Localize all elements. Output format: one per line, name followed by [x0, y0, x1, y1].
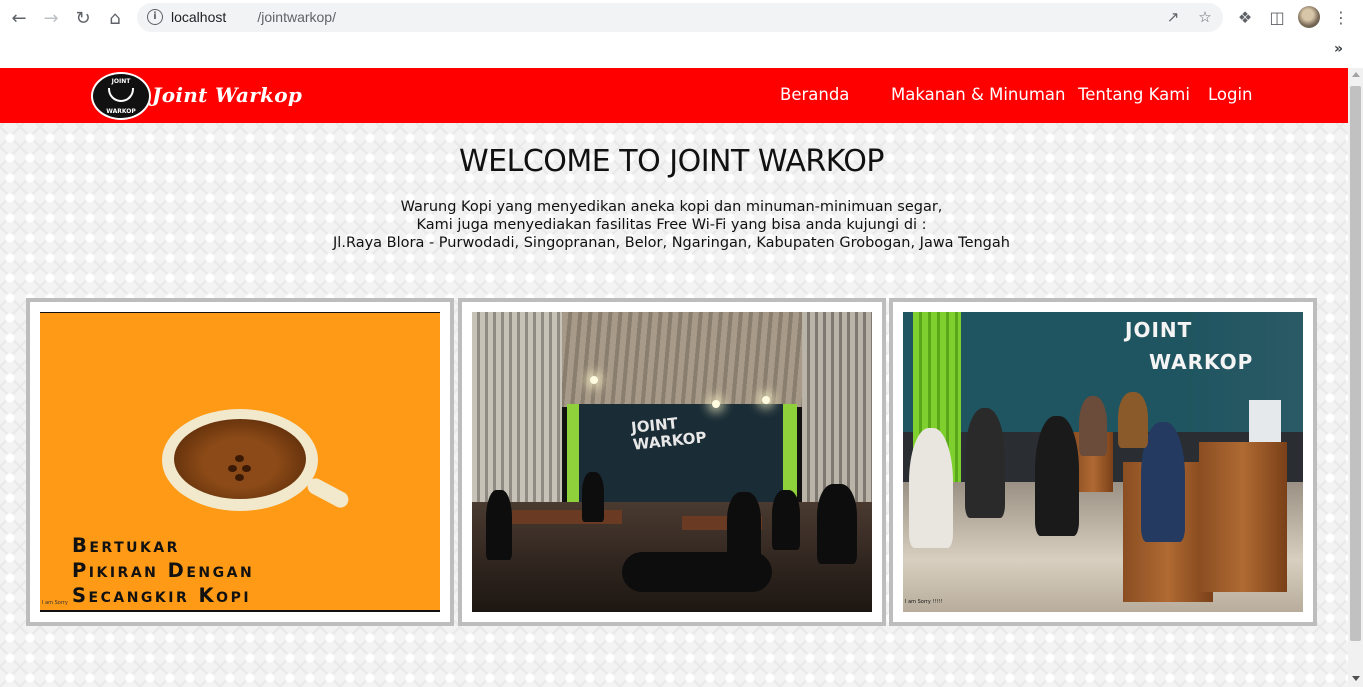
person-silhouette: [486, 490, 512, 560]
gallery-card-3: JOINT WARKOP I am Sorry !!!!!: [889, 298, 1317, 626]
nav-link-login[interactable]: Login: [1208, 85, 1253, 104]
site-navbar: JOINT WARKOP Joint Warkop Beranda Makana…: [0, 68, 1348, 123]
hero-description-line-3: Jl.Raya Blora - Purwodadi, Singopranan, …: [333, 235, 1010, 251]
coffee-bean: [235, 455, 244, 462]
person-silhouette: [772, 490, 800, 550]
coffee-bean: [228, 465, 237, 472]
reload-icon[interactable]: ↻: [71, 6, 95, 30]
hero-description-line-1: Warung Kopi yang menyedikan aneka kopi d…: [400, 199, 943, 215]
person: [1118, 392, 1148, 448]
url-path: /jointwarkop/: [257, 9, 336, 25]
motorbike-silhouette: [622, 552, 772, 592]
browser-toolbar: ← → ↻ ⌂ i localhost /jointwarkop/ ↗ ☆ ❖ …: [0, 0, 1363, 36]
sidebar-icon[interactable]: ◫: [1266, 7, 1288, 29]
person-silhouette: [582, 472, 604, 522]
person: [1079, 396, 1107, 456]
watermark-text: I am Sorry !!!!!: [905, 599, 943, 605]
coffee-bean: [242, 465, 251, 472]
bookmarks-bar: [0, 36, 1363, 68]
cafe-night-photo: JOINT WARKOP: [472, 312, 872, 612]
nav-link-makanan-minuman[interactable]: Makanan & Minuman: [891, 85, 1065, 104]
coffee-bean: [235, 474, 244, 481]
illustration-text-line-1: Bertukar: [72, 534, 180, 557]
info-icon[interactable]: i: [147, 9, 163, 25]
scrollbar-thumb[interactable]: [1350, 86, 1361, 641]
coffee-illustration-image: Bertukar Pikiran Dengan Secangkir Kopi I…: [40, 312, 440, 612]
extensions-icon[interactable]: ❖: [1234, 7, 1256, 29]
brand-name[interactable]: Joint Warkop: [152, 83, 302, 107]
url-text: localhost /jointwarkop/: [171, 9, 336, 25]
menu-icon[interactable]: ⋮: [1330, 7, 1352, 29]
url-host: localhost: [171, 9, 227, 25]
nav-link-tentang-kami[interactable]: Tentang Kami: [1078, 85, 1190, 104]
gallery-card-1: Bertukar Pikiran Dengan Secangkir Kopi I…: [26, 298, 454, 626]
ceiling-lamp: [762, 396, 770, 404]
wall-logo-line-1: JOINT: [1125, 318, 1193, 342]
person: [965, 408, 1005, 518]
wooden-table: [512, 510, 622, 524]
scroll-up-arrow-icon[interactable]: [1352, 72, 1360, 77]
cup-handle: [304, 475, 352, 511]
person-silhouette: [817, 484, 857, 564]
address-bar[interactable]: i localhost /jointwarkop/ ↗ ☆: [137, 3, 1223, 32]
site-logo[interactable]: JOINT WARKOP: [91, 72, 151, 120]
metal-wall-right: [802, 312, 872, 512]
share-icon[interactable]: ↗: [1163, 7, 1183, 27]
forward-arrow-icon[interactable]: →: [39, 6, 63, 30]
nav-link-beranda[interactable]: Beranda: [780, 85, 849, 104]
chevron-double-right-icon[interactable]: »: [1334, 41, 1343, 57]
illustration-text-line-3: Secangkir Kopi: [72, 584, 252, 607]
logo-cup-icon: [108, 88, 134, 102]
page-viewport: JOINT WARKOP Joint Warkop Beranda Makana…: [0, 68, 1348, 687]
person: [909, 428, 953, 548]
illustration-text-line-2: Pikiran Dengan: [72, 559, 255, 582]
profile-avatar[interactable]: [1298, 6, 1320, 28]
wall-logo: JOINT WARKOP: [1125, 314, 1253, 378]
scroll-down-arrow-icon[interactable]: [1352, 676, 1360, 681]
gallery-card-2: JOINT WARKOP: [458, 298, 886, 626]
logo-bottom-text: WARKOP: [106, 108, 136, 115]
hero-description-line-2: Kami juga menyediakan fasilitas Free Wi-…: [416, 217, 927, 233]
ceiling-lamp: [590, 376, 598, 384]
home-icon[interactable]: ⌂: [103, 6, 127, 30]
wall-logo-line-2: WARKOP: [1149, 350, 1254, 374]
cafe-crowd-photo: JOINT WARKOP I am Sorry !!!!!: [903, 312, 1303, 612]
logo-top-text: JOINT: [111, 78, 131, 85]
ceiling-lamp: [712, 400, 720, 408]
back-arrow-icon[interactable]: ←: [7, 6, 31, 30]
page-title: WELCOME TO JOINT WARKOP: [459, 144, 884, 179]
person: [1035, 416, 1079, 536]
star-icon[interactable]: ☆: [1195, 7, 1215, 27]
wooden-table: [1199, 442, 1287, 592]
watermark-text: I am Sorry: [42, 600, 68, 606]
